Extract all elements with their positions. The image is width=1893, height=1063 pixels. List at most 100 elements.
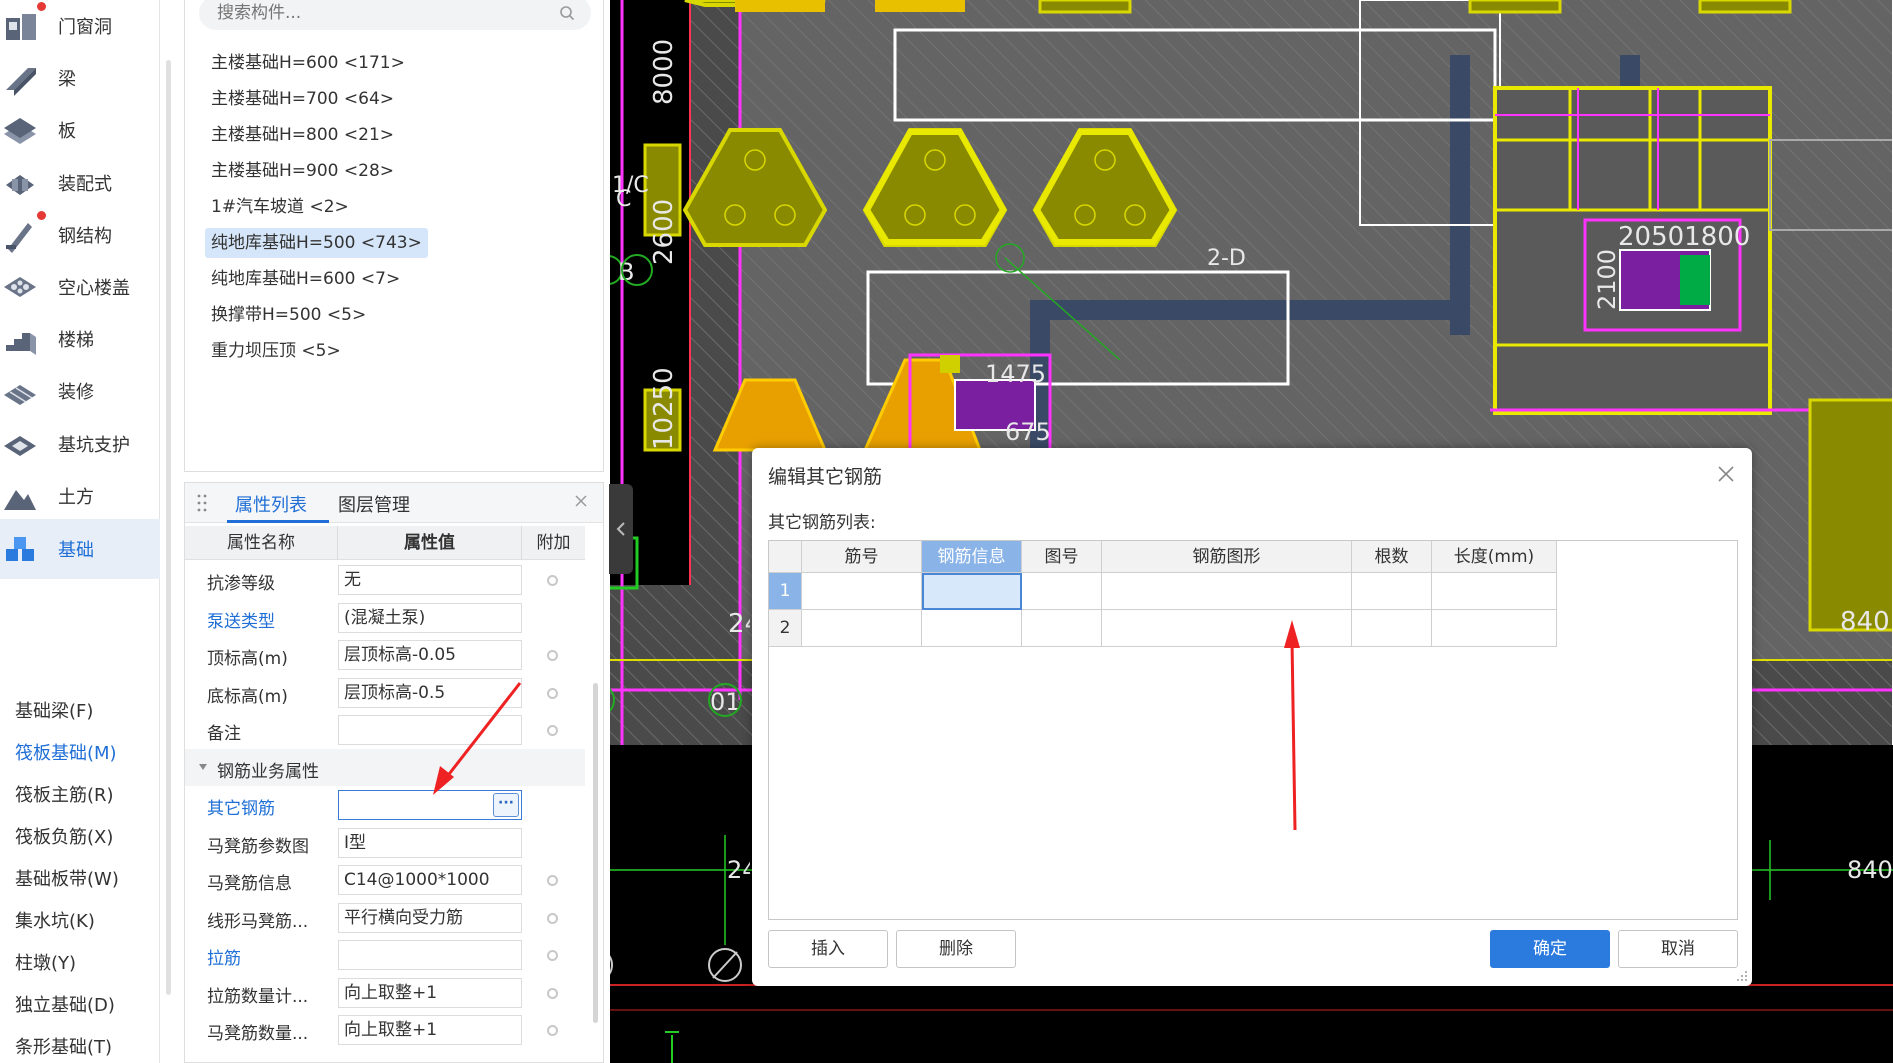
table-cell[interactable]: [1022, 610, 1102, 647]
chevron-left-icon: [616, 522, 625, 536]
property-name[interactable]: 拉筋: [207, 944, 241, 969]
column-header[interactable]: 筋号: [802, 541, 922, 573]
sidebar-category-5[interactable]: 空心楼盖: [0, 261, 160, 313]
table-cell[interactable]: [1022, 573, 1102, 610]
delete-button[interactable]: 删除: [896, 930, 1016, 968]
sidebar-sub-item[interactable]: 筏板负筋(X): [15, 823, 113, 849]
close-icon[interactable]: [573, 493, 589, 509]
table-cell[interactable]: [802, 573, 922, 610]
property-value-field[interactable]: 层顶标高-0.5: [338, 677, 522, 708]
property-value-field[interactable]: C14@1000*1000: [338, 865, 522, 895]
property-row: 其它钢筋 ···: [185, 786, 585, 823]
cancel-button[interactable]: 取消: [1618, 930, 1738, 968]
column-header[interactable]: 图号: [1022, 541, 1102, 573]
property-scrollbar[interactable]: [593, 683, 598, 1023]
sidebar-sub-item[interactable]: 基础板带(W): [15, 865, 119, 891]
sidebar-sub-item[interactable]: 柱墩(Y): [15, 949, 76, 975]
property-name[interactable]: 其它钢筋: [207, 794, 275, 819]
sidebar-sub-item[interactable]: 筏板基础(M): [15, 739, 117, 765]
sidebar-sub-item[interactable]: 条形基础(T): [15, 1033, 112, 1059]
search-box[interactable]: [199, 0, 591, 30]
component-list-item[interactable]: 主楼基础H=800 <21>: [205, 120, 400, 150]
resize-grip-icon[interactable]: [1736, 970, 1748, 982]
property-value-field[interactable]: (混凝土泵): [338, 602, 522, 633]
tab-property-list[interactable]: 属性列表: [235, 491, 307, 517]
column-header[interactable]: 钢筋图形: [1102, 541, 1352, 573]
table-cell[interactable]: [802, 610, 922, 647]
component-list-item[interactable]: 主楼基础H=900 <28>: [205, 156, 400, 186]
hollow-floor-icon: [4, 277, 36, 297]
property-value-field[interactable]: [338, 715, 522, 745]
search-icon[interactable]: [559, 5, 575, 21]
table-cell[interactable]: [1352, 573, 1432, 610]
extra-checkbox[interactable]: [547, 875, 558, 886]
component-list-item[interactable]: 1#汽车坡道 <2>: [205, 192, 355, 222]
ok-button[interactable]: 确定: [1490, 930, 1610, 968]
property-value-field[interactable]: [338, 940, 522, 970]
sidebar-category-0[interactable]: 门窗洞: [0, 0, 160, 52]
row-number[interactable]: 2: [769, 610, 802, 647]
table-cell[interactable]: [1102, 610, 1352, 647]
drag-grip-icon[interactable]: [197, 493, 207, 513]
property-value-field[interactable]: 层顶标高-0.05: [338, 640, 522, 670]
component-list-item[interactable]: 主楼基础H=700 <64>: [205, 84, 400, 114]
table-cell[interactable]: [1352, 610, 1432, 647]
extra-checkbox[interactable]: [547, 987, 558, 999]
component-list-item[interactable]: 重力坝压顶 <5>: [205, 336, 347, 366]
sidebar-category-2[interactable]: 板: [0, 104, 160, 156]
sidebar-sub-item[interactable]: 基础梁(F): [15, 697, 93, 723]
component-list-item[interactable]: 主楼基础H=600 <171>: [205, 48, 411, 78]
property-name: 线形马凳筋...: [207, 911, 309, 932]
group-label: 钢筋业务属性: [217, 761, 319, 782]
component-list-item[interactable]: 纯地库基础H=500 <743>: [205, 228, 428, 258]
column-header[interactable]: 长度(mm): [1432, 541, 1557, 573]
sidebar-category-7[interactable]: 装修: [0, 365, 160, 417]
rebar-attributes-group[interactable]: 钢筋业务属性: [185, 748, 585, 786]
extra-checkbox[interactable]: [547, 575, 558, 586]
tab-layer-management[interactable]: 图层管理: [338, 491, 410, 517]
property-value-field[interactable]: 向上取整+1: [338, 977, 522, 1008]
component-list-item[interactable]: 换撑带H=500 <5>: [205, 300, 372, 330]
sidebar-scrollbar[interactable]: [166, 60, 171, 995]
sidebar-sub-item[interactable]: 集水坑(K): [15, 907, 95, 933]
table-cell[interactable]: [1432, 610, 1557, 647]
collapse-panel-handle[interactable]: [609, 484, 633, 574]
sidebar-category-8[interactable]: 基坑支护: [0, 418, 160, 470]
sidebar-category-4[interactable]: 钢结构: [0, 209, 160, 261]
component-list-item[interactable]: 纯地库基础H=600 <7>: [205, 264, 406, 294]
extra-checkbox[interactable]: [547, 950, 558, 961]
sidebar-category-9[interactable]: 土方: [0, 470, 160, 522]
property-panel-tabs: 属性列表 图层管理: [185, 483, 603, 523]
property-value-field[interactable]: 无: [338, 565, 522, 595]
sidebar-category-3[interactable]: 装配式: [0, 157, 160, 209]
sidebar-category-6[interactable]: 楼梯: [0, 313, 160, 365]
column-header[interactable]: 钢筋信息: [922, 541, 1022, 573]
rebar-table: 筋号 钢筋信息 图号 钢筋图形 根数 长度(mm) 12: [768, 540, 1738, 920]
sidebar-sub-item[interactable]: 独立基础(D): [15, 991, 115, 1017]
close-icon[interactable]: [1716, 464, 1736, 484]
component-search-input[interactable]: [217, 3, 537, 23]
property-value-field[interactable]: ···: [338, 790, 522, 820]
sidebar-category-1[interactable]: 梁: [0, 52, 160, 104]
extra-checkbox[interactable]: [547, 912, 558, 924]
ellipsis-button[interactable]: ···: [493, 793, 519, 817]
extra-checkbox[interactable]: [547, 1025, 558, 1036]
property-value-field[interactable]: Ⅰ型: [338, 827, 522, 858]
row-number[interactable]: 1: [769, 573, 802, 610]
cad-dim-10250-left: 10250: [649, 367, 679, 450]
insert-button[interactable]: 插入: [768, 930, 888, 968]
table-cell[interactable]: [1432, 573, 1557, 610]
extra-checkbox[interactable]: [547, 725, 558, 736]
sidebar-sub-item[interactable]: 筏板主筋(R): [15, 781, 114, 807]
table-cell[interactable]: [922, 610, 1022, 647]
extra-checkbox[interactable]: [547, 650, 558, 661]
property-name[interactable]: 泵送类型: [207, 607, 275, 632]
sidebar-category-10[interactable]: 基础: [0, 519, 160, 579]
extra-checkbox[interactable]: [547, 687, 558, 699]
sidebar-category-label: 门窗洞: [58, 17, 112, 38]
table-cell[interactable]: [1102, 573, 1352, 610]
property-value-field[interactable]: 向上取整+1: [338, 1015, 522, 1045]
property-value-field[interactable]: 平行横向受力筋: [338, 902, 522, 933]
column-header[interactable]: 根数: [1352, 541, 1432, 573]
table-cell[interactable]: [922, 573, 1022, 610]
